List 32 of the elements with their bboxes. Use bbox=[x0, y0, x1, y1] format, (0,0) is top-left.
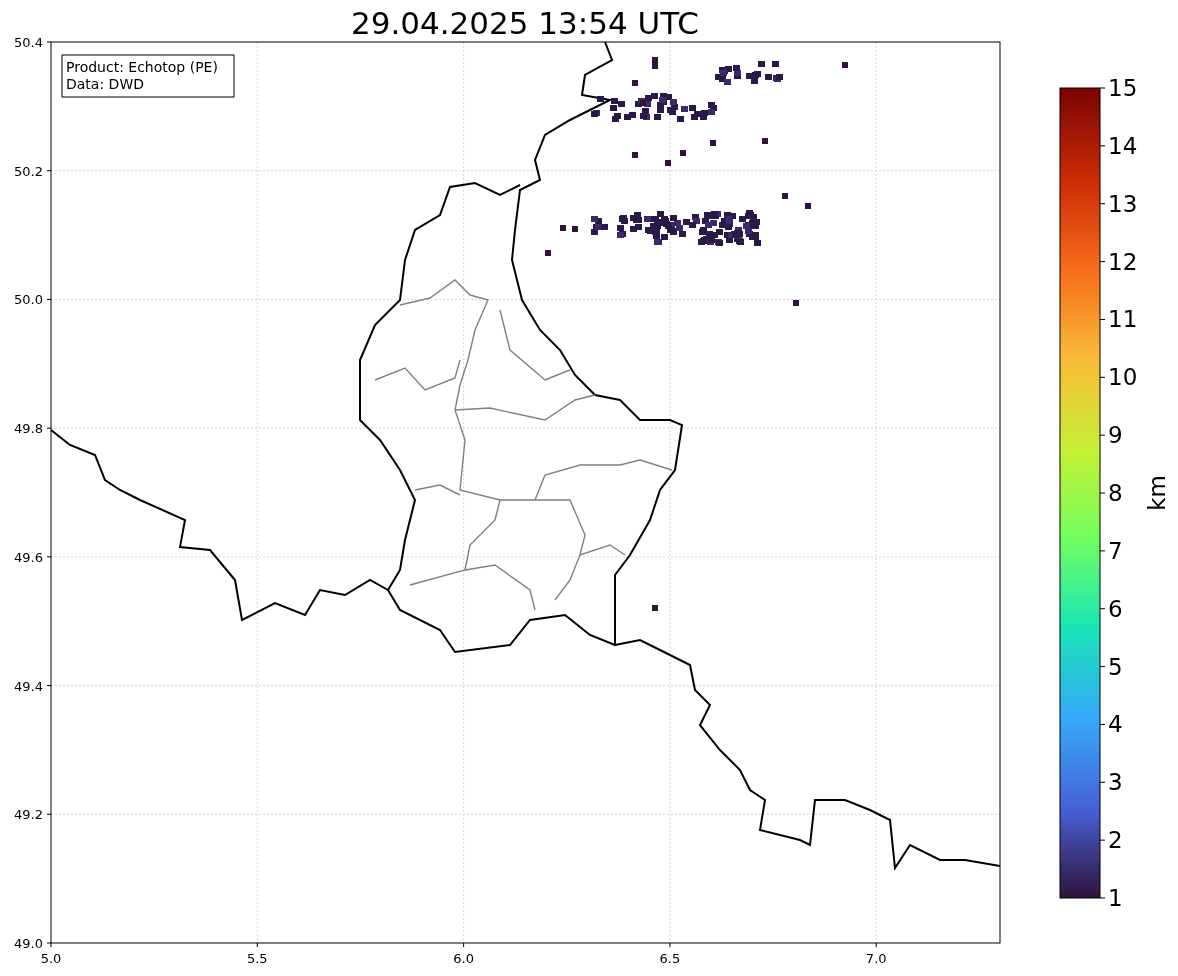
colorbar-tick-label: 12 bbox=[1108, 248, 1138, 275]
y-axis-tick-label: 49.4 bbox=[14, 678, 43, 694]
x-axis-tick-label: 5.0 bbox=[40, 951, 62, 966]
colorbar-tick-label: 9 bbox=[1108, 422, 1123, 449]
colorbar-tick-label: 15 bbox=[1108, 75, 1138, 101]
x-axis-tick-label: 7.0 bbox=[865, 951, 887, 966]
colorbar-tick-label: 11 bbox=[1108, 306, 1138, 333]
y-axis-tick-label: 49.8 bbox=[14, 421, 43, 437]
y-axis-tick-label: 50.4 bbox=[14, 35, 43, 50]
colorbar-tick-label: 6 bbox=[1108, 595, 1123, 622]
colorbar-tick-label: 13 bbox=[1108, 190, 1138, 217]
colorbar-tick-label: 4 bbox=[1108, 711, 1123, 738]
colorbar-tick-label: 8 bbox=[1108, 480, 1123, 506]
colorbar-tick-label: 14 bbox=[1108, 132, 1138, 159]
colorbar-tick-label: 7 bbox=[1108, 537, 1123, 564]
figure-title: 29.04.2025 13:54 UTC bbox=[351, 5, 699, 41]
legend-text: Product: Echotop (PE) bbox=[66, 59, 218, 75]
colorbar-tick-label: 10 bbox=[1108, 364, 1138, 391]
x-axis-tick-label: 5.5 bbox=[246, 951, 268, 966]
x-axis-tick-label: 6.5 bbox=[659, 951, 681, 966]
colorbar-tick-label: 5 bbox=[1108, 653, 1123, 680]
y-axis-tick-label: 49.2 bbox=[14, 807, 43, 823]
y-axis-tick-label: 49.6 bbox=[14, 549, 43, 565]
y-axis-tick-label: 50.0 bbox=[14, 292, 43, 308]
x-axis-tick-label: 6.0 bbox=[453, 951, 474, 966]
colorbar-label: km bbox=[1144, 475, 1170, 511]
colorbar-tick-label: 3 bbox=[1108, 769, 1123, 796]
colorbar-tick-label: 1 bbox=[1108, 885, 1123, 911]
y-axis-tick-label: 49.0 bbox=[14, 936, 43, 951]
colorbar-tick-label: 2 bbox=[1108, 827, 1123, 854]
y-axis-tick-label: 50.2 bbox=[14, 163, 43, 179]
legend-text: Data: DWD bbox=[66, 76, 144, 92]
